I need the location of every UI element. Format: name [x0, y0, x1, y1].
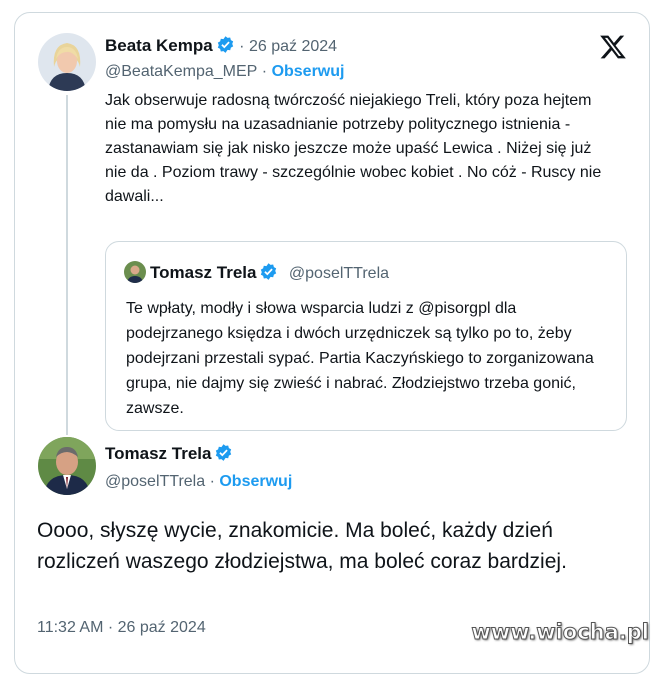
- quote-handle: @poselTTrela: [288, 265, 390, 282]
- tweet2-text: Oooo, słyszę wycie, znakomicie. Ma boleć…: [37, 519, 567, 573]
- x-logo-icon[interactable]: [599, 33, 627, 61]
- tweet1-follow-button[interactable]: Obserwuj: [272, 63, 345, 80]
- quote-header: Tomasz Trela @poselTTrela: [150, 262, 389, 283]
- verified-badge-icon: [216, 444, 232, 461]
- tweet2-timestamp[interactable]: 11:32 AM · 26 paź 2024: [37, 619, 206, 637]
- quote-text: Te wpłaty, modły i słowa wsparcia ludzi …: [126, 300, 594, 417]
- tweet2-follow-button[interactable]: Obserwuj: [219, 473, 292, 490]
- avatar-tomasz-trela[interactable]: [38, 437, 96, 495]
- tweet1-handle[interactable]: @BeataKempa_MEP: [105, 63, 257, 80]
- tweet1-date[interactable]: 26 paź 2024: [249, 38, 337, 55]
- tweet2-handle[interactable]: @poselTTrela: [105, 473, 205, 490]
- tweet2-handle-row: @poselTTrela · Obserwuj: [105, 473, 292, 491]
- tweet1-separator-2: ·: [261, 63, 272, 80]
- tweet-embed-card: Beata Kempa · 26 paź 2024 @BeataKempa_ME…: [14, 12, 650, 674]
- tweet2-header: Tomasz Trela: [105, 443, 233, 464]
- tweet1-separator: ·: [239, 38, 249, 55]
- tweet1-handle-row: @BeataKempa_MEP · Obserwuj: [105, 63, 344, 81]
- tweet2-author-name[interactable]: Tomasz Trela: [105, 444, 211, 463]
- tweet1-header: Beata Kempa · 26 paź 2024: [105, 35, 337, 56]
- quote-author-name: Tomasz Trela: [150, 263, 257, 282]
- tweet1-text: Jak obserwuje radosną twórczość niejakie…: [105, 92, 602, 205]
- verified-badge-icon: [217, 36, 233, 53]
- avatar-beata-kempa[interactable]: [38, 33, 96, 91]
- tweet1-author-name[interactable]: Beata Kempa: [105, 36, 213, 55]
- tweet2-separator: ·: [209, 473, 220, 490]
- verified-badge-icon: [261, 263, 277, 280]
- thread-connector-line: [66, 95, 68, 435]
- quoted-tweet[interactable]: Tomasz Trela @poselTTrela Te wpłaty, mod…: [105, 241, 627, 431]
- watermark: www.wiocha.pl: [471, 620, 650, 645]
- quote-avatar: [124, 261, 146, 283]
